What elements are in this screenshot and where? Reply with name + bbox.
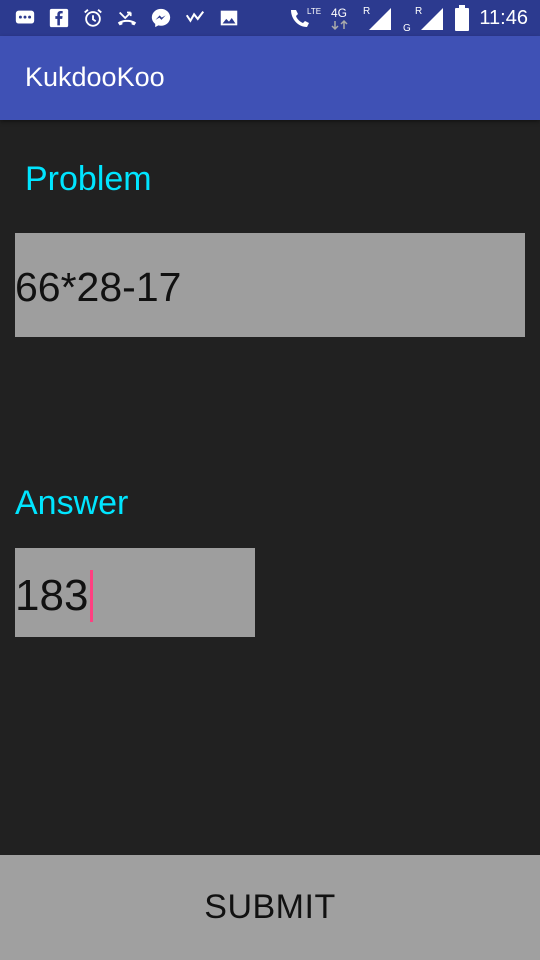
lte-label: LTE — [307, 7, 321, 16]
submit-label: SUBMIT — [204, 888, 336, 926]
signal-strength-icon-1: R — [363, 6, 392, 30]
problem-label: Problem — [25, 160, 152, 198]
check-icon — [185, 10, 205, 23]
problem-text: 66*28-17 — [15, 264, 182, 310]
phone-lte-icon: LTE — [291, 7, 321, 27]
facebook-icon — [49, 8, 69, 28]
gallery-icon — [220, 10, 238, 26]
text-cursor — [90, 570, 94, 622]
answer-input[interactable]: 183 — [15, 548, 255, 637]
alarm-icon — [84, 9, 102, 27]
problem-field[interactable]: 66*28-17 — [15, 233, 525, 337]
chat-bubble-icon — [15, 10, 35, 24]
answer-label: Answer — [15, 484, 129, 522]
clock: 11:46 — [479, 6, 528, 29]
system-status-icons: LTE 4G R G R 11:46 — [287, 4, 528, 32]
notification-icons — [14, 7, 240, 29]
roaming-label-1: R — [363, 6, 370, 17]
battery-icon — [455, 5, 470, 31]
messenger-icon — [151, 8, 171, 28]
network-4g-icon: 4G — [331, 6, 348, 31]
network-type-label: 4G — [331, 6, 347, 20]
status-bar: LTE 4G R G R 11:46 — [0, 0, 540, 36]
app-bar: KukdooKoo — [0, 36, 540, 120]
missed-call-icon — [117, 11, 137, 26]
app-title: KukdooKoo — [25, 62, 165, 92]
sim2-network-label: G — [403, 23, 411, 32]
submit-button[interactable]: SUBMIT — [0, 855, 540, 960]
answer-text: 183 — [15, 571, 89, 620]
signal-strength-icon-2: G R — [403, 6, 444, 32]
answer-value-wrapper: 183 — [15, 570, 94, 622]
roaming-label-2: R — [415, 6, 422, 17]
